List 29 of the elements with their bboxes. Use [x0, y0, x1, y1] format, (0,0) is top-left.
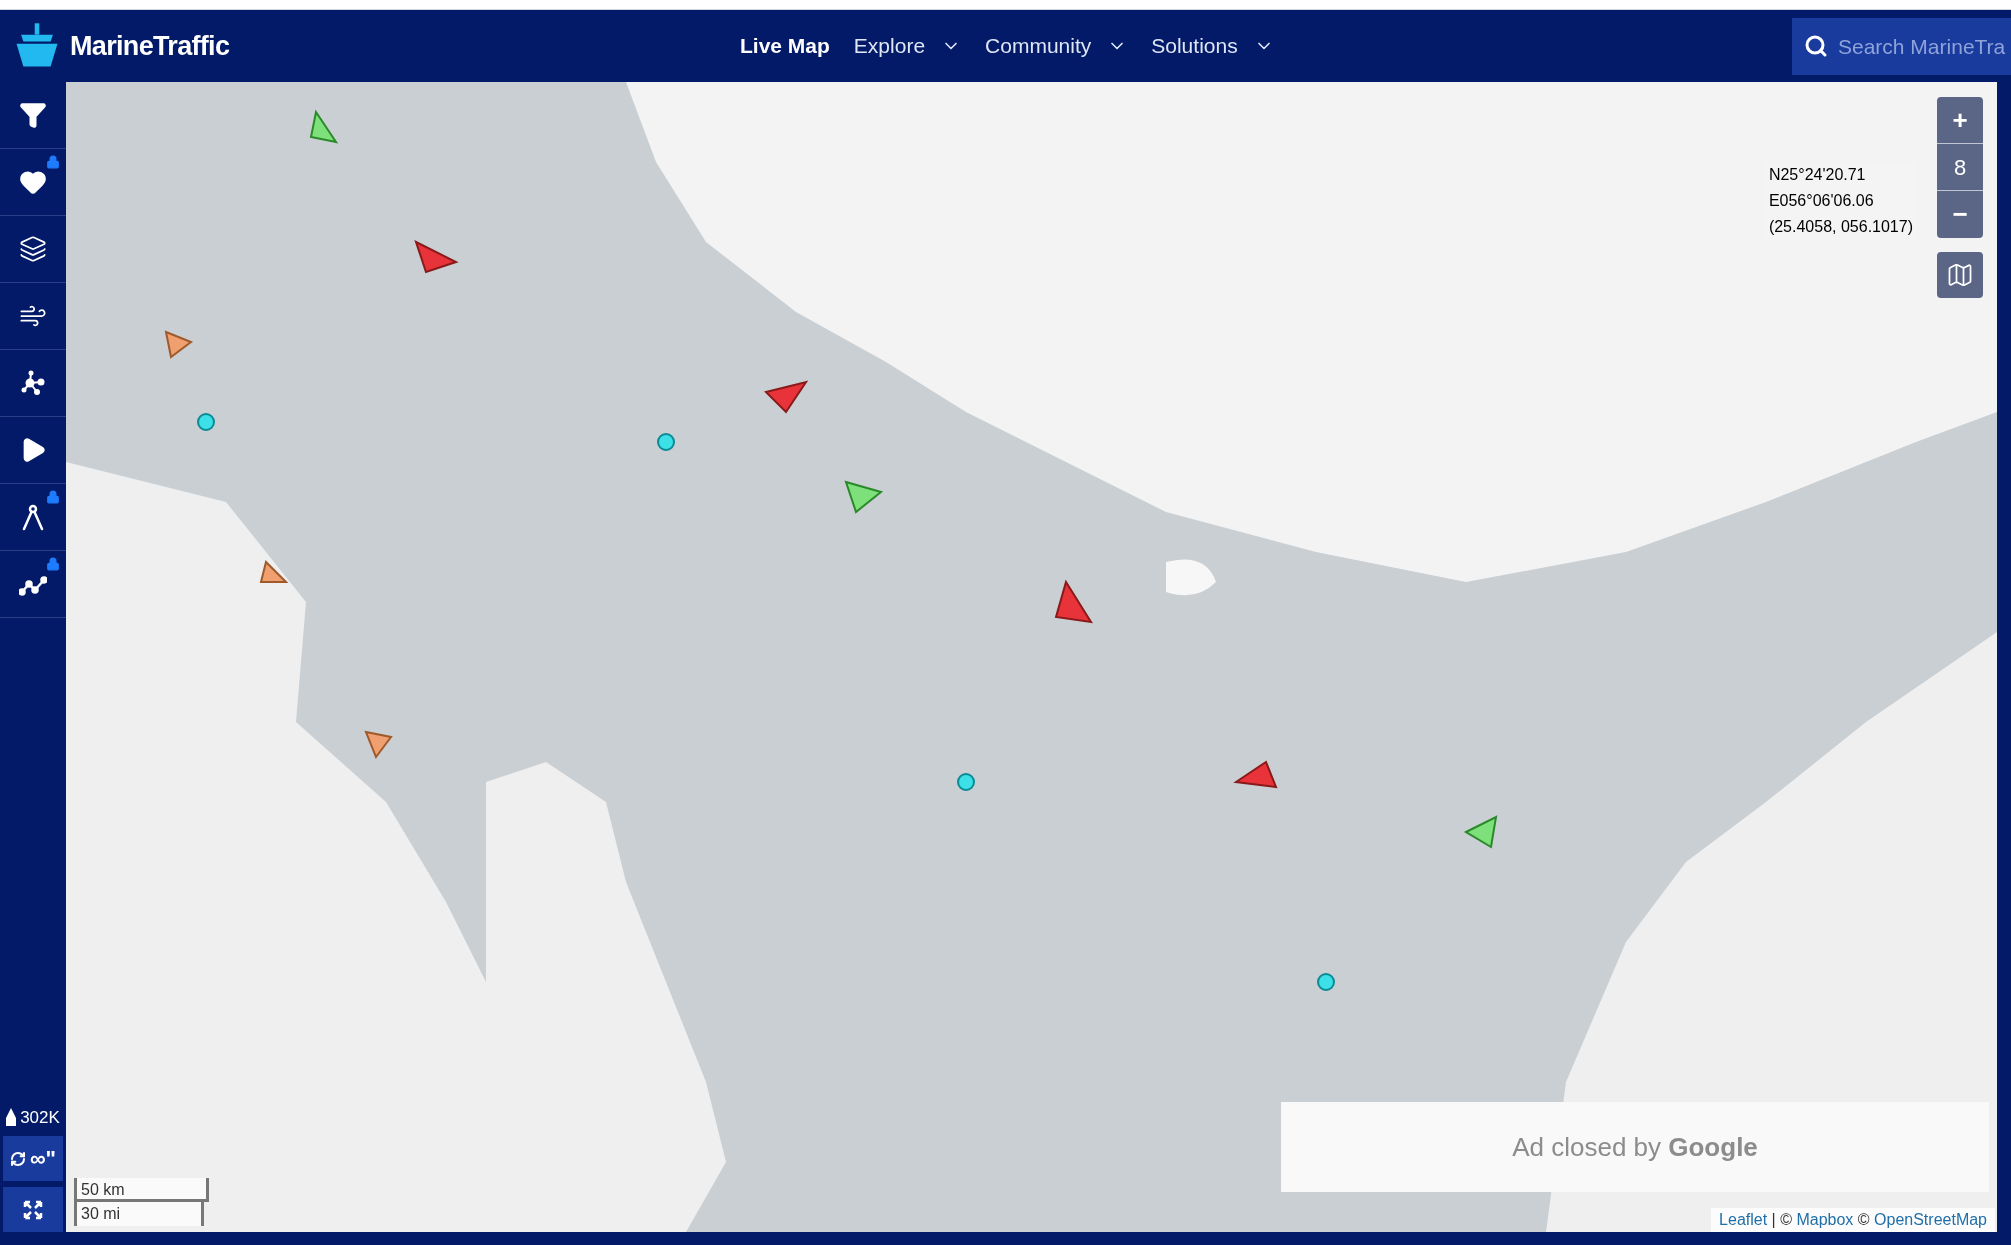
scale-label: 30 mi — [74, 1202, 204, 1226]
refresh-icon — [9, 1150, 26, 1167]
attribution-link[interactable]: Leaflet — [1719, 1211, 1768, 1228]
layers-icon — [19, 235, 47, 263]
zoom-in-button[interactable]: + — [1937, 97, 1983, 144]
search-icon — [1804, 34, 1828, 58]
logo-text: MarineTraffic — [70, 29, 230, 63]
fullscreen-button[interactable] — [3, 1187, 63, 1232]
scale-label: 50 km — [74, 1178, 209, 1202]
heart-icon — [19, 168, 47, 196]
nav-link[interactable]: Community — [985, 30, 1128, 62]
expand-icon — [23, 1199, 43, 1220]
ship-icon — [6, 1108, 17, 1127]
map-style-button[interactable] — [1937, 252, 1983, 298]
vessel-count: 302K — [20, 1106, 60, 1129]
refresh-button[interactable]: ∞" — [3, 1136, 63, 1181]
attribution-link[interactable]: OpenStreetMap — [1874, 1211, 1987, 1228]
map-icon — [1946, 261, 1974, 289]
search-field[interactable]: Search MarineTra — [1792, 18, 2011, 75]
network-icon — [19, 369, 47, 397]
ad-closed-text: Ad closed by Google — [1512, 1130, 1758, 1164]
zoom-out-button[interactable]: − — [1937, 191, 1983, 238]
nav-link[interactable]: Live Map — [740, 30, 830, 62]
attribution-text: Leaflet | © Mapbox © OpenStreetMap — [1711, 1208, 1995, 1232]
zoom-level: 8 — [1937, 144, 1983, 191]
nav-link[interactable]: Solutions — [1151, 30, 1274, 62]
attribution-link[interactable]: Mapbox — [1796, 1211, 1854, 1228]
filter-icon — [19, 101, 47, 129]
nav-link[interactable]: Explore — [853, 30, 962, 62]
